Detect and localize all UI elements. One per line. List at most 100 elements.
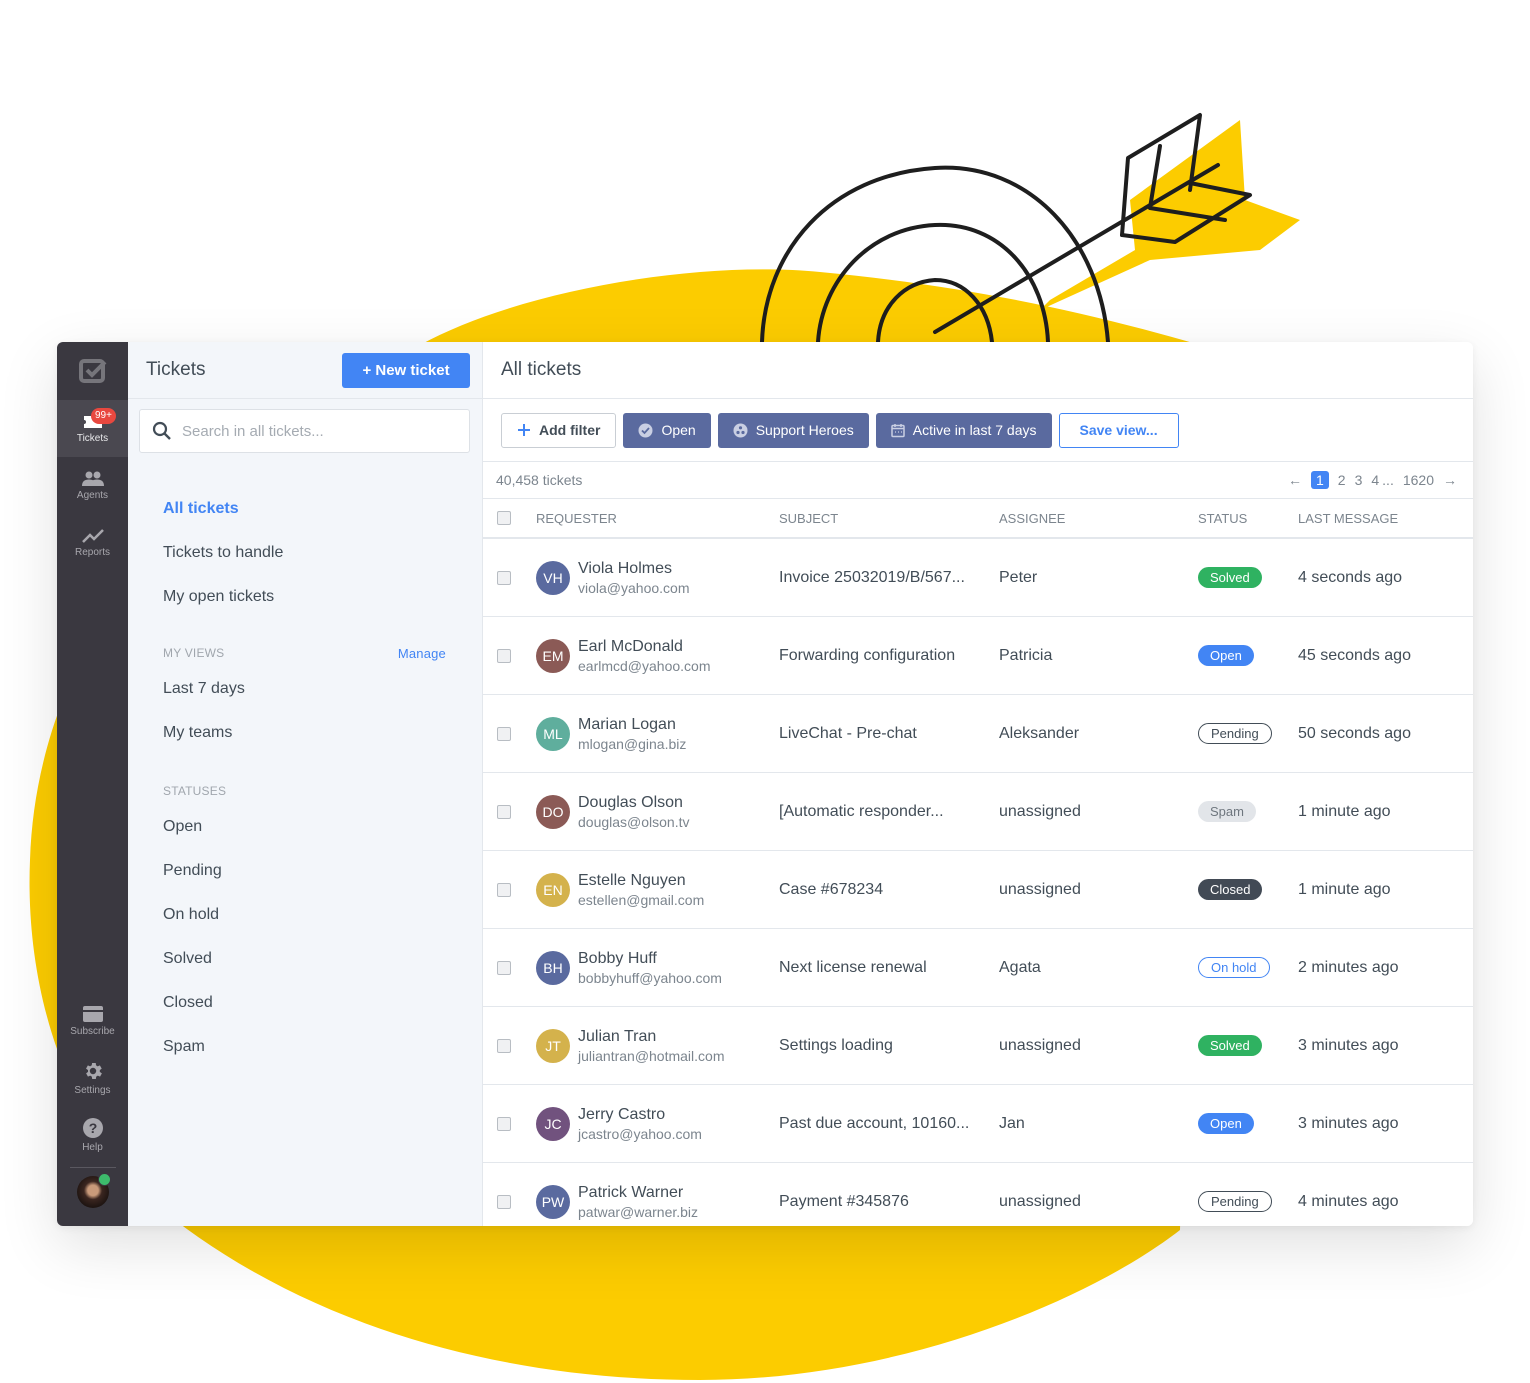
pagination: ← 1 2 3 4 ... 1620 →: [1288, 471, 1457, 489]
ticket-subject[interactable]: Forwarding configuration: [779, 647, 999, 665]
prev-page-arrow-icon[interactable]: ←: [1288, 472, 1302, 488]
last-message-time: 3 minutes ago: [1298, 1036, 1399, 1054]
table-row[interactable]: VH Viola Holmes viola@yahoo.com Invoice …: [483, 539, 1473, 617]
status-badge: Solved: [1198, 1035, 1262, 1056]
filter-open-label: Open: [661, 422, 696, 438]
ticket-subject[interactable]: Invoice 25032019/B/567...: [779, 569, 999, 587]
page-2[interactable]: 2: [1338, 472, 1346, 488]
rail-item-tickets[interactable]: 99+ Tickets: [57, 400, 128, 457]
row-checkbox[interactable]: [497, 960, 511, 975]
filter-status-open[interactable]: Open: [623, 412, 711, 448]
col-assignee[interactable]: ASSIGNEE: [999, 511, 1198, 526]
table-row[interactable]: BH Bobby Huff bobbyhuff@yahoo.com Next l…: [483, 929, 1473, 1007]
sidebar-item-status-pending[interactable]: Pending: [163, 849, 482, 893]
sidebar-item-status-closed[interactable]: Closed: [163, 981, 482, 1025]
sidebar-item-status-solved[interactable]: Solved: [163, 937, 482, 981]
ticket-subject[interactable]: Case #678234: [779, 881, 999, 899]
app-logo[interactable]: [57, 342, 128, 400]
next-page-arrow-icon[interactable]: →: [1443, 472, 1457, 488]
page-1[interactable]: 1: [1310, 471, 1329, 489]
new-ticket-button[interactable]: + New ticket: [342, 352, 470, 388]
ticket-subject[interactable]: Next license renewal: [779, 959, 999, 977]
col-last-message[interactable]: LAST MESSAGE: [1298, 511, 1473, 526]
sidebar-item-my-open-tickets[interactable]: My open tickets: [163, 575, 482, 619]
statuses-heading: STATUSES: [163, 784, 227, 798]
table-row[interactable]: EN Estelle Nguyen estellen@gmail.com Cas…: [483, 851, 1473, 929]
requester-email: mlogan@gina.biz: [578, 735, 687, 752]
plus-icon: [518, 424, 530, 436]
sidebar-item-tickets-to-handle[interactable]: Tickets to handle: [163, 531, 482, 575]
rail-label: Tickets: [76, 432, 109, 444]
table-row[interactable]: JC Jerry Castro jcastro@yahoo.com Past d…: [483, 1085, 1473, 1163]
sidebar-item-status-open[interactable]: Open: [163, 805, 482, 849]
row-checkbox[interactable]: [497, 726, 511, 741]
row-checkbox[interactable]: [497, 648, 511, 663]
col-requester[interactable]: REQUESTER: [511, 511, 779, 526]
sidebar-item-status-spam[interactable]: Spam: [163, 1025, 482, 1069]
ticket-subject[interactable]: Settings loading: [779, 1037, 999, 1055]
last-message-time: 3 minutes ago: [1298, 1114, 1399, 1132]
search-input[interactable]: Search in all tickets...: [139, 409, 470, 453]
row-checkbox[interactable]: [497, 1194, 511, 1209]
tickets-badge: 99+: [91, 408, 116, 424]
sidebar-item-status-on-hold[interactable]: On hold: [163, 893, 482, 937]
status-badge: Spam: [1198, 801, 1256, 822]
requester-avatar: EN: [536, 872, 570, 907]
table-row[interactable]: EM Earl McDonald earlmcd@yahoo.com Forwa…: [483, 617, 1473, 695]
agents-icon: [81, 471, 104, 486]
rail-item-settings[interactable]: Settings: [57, 1049, 128, 1106]
user-avatar[interactable]: [76, 1173, 111, 1208]
ticket-subject[interactable]: LiveChat - Pre-chat: [779, 725, 999, 743]
table-row[interactable]: JT Julian Tran juliantran@hotmail.com Se…: [483, 1007, 1473, 1085]
row-checkbox[interactable]: [497, 1038, 511, 1053]
rail-item-subscribe[interactable]: Subscribe: [57, 992, 128, 1049]
last-message-time: 1 minute ago: [1298, 880, 1391, 898]
reports-icon: [81, 528, 104, 543]
sidebar-item-all-tickets[interactable]: All tickets: [163, 487, 482, 531]
table-row[interactable]: PW Patrick Warner patwar@warner.biz Paym…: [483, 1163, 1473, 1226]
row-checkbox[interactable]: [497, 1116, 511, 1131]
page-last[interactable]: 1620: [1403, 472, 1434, 488]
requester-email: douglas@olson.tv: [578, 813, 690, 830]
manage-views-link[interactable]: Manage: [398, 646, 446, 661]
status-badge: Open: [1198, 1113, 1254, 1134]
ticket-subject[interactable]: Past due account, 10160...: [779, 1115, 999, 1133]
status-badge: Pending: [1198, 723, 1272, 744]
filter-team[interactable]: Support Heroes: [717, 412, 869, 448]
rail-item-help[interactable]: ? Help: [57, 1106, 128, 1163]
status-badge: Closed: [1198, 879, 1263, 900]
page-4[interactable]: 4: [1371, 472, 1379, 488]
table-row[interactable]: DO Douglas Olson douglas@olson.tv [Autom…: [483, 773, 1473, 851]
status-badge: Solved: [1198, 567, 1262, 588]
select-all-checkbox[interactable]: [497, 511, 511, 525]
ticket-assignee: unassigned: [999, 880, 1081, 898]
sidebar-item-my-teams[interactable]: My teams: [163, 711, 482, 755]
add-filter-button[interactable]: Add filter: [501, 412, 617, 448]
last-message-time: 4 minutes ago: [1298, 1192, 1399, 1210]
requester-avatar: PW: [536, 1184, 570, 1219]
row-checkbox[interactable]: [497, 570, 511, 585]
ticket-assignee: unassigned: [999, 802, 1081, 820]
requester-email: jcastro@yahoo.com: [578, 1125, 702, 1142]
page-3[interactable]: 3: [1355, 472, 1363, 488]
col-subject[interactable]: SUBJECT: [779, 511, 999, 526]
requester-email: earlmcd@yahoo.com: [578, 657, 711, 674]
filter-period[interactable]: Active in last 7 days: [875, 412, 1052, 448]
ticket-subject[interactable]: [Automatic responder...: [779, 803, 999, 821]
rail-item-reports[interactable]: Reports: [57, 514, 128, 571]
add-filter-label: Add filter: [539, 422, 601, 438]
row-checkbox[interactable]: [497, 882, 511, 897]
sidebar-item-last-7-days[interactable]: Last 7 days: [163, 667, 482, 711]
col-status[interactable]: STATUS: [1198, 511, 1298, 526]
save-view-button[interactable]: Save view...: [1058, 412, 1179, 448]
ticket-assignee: Agata: [999, 958, 1041, 976]
requester-avatar: DO: [536, 794, 570, 829]
page-ellipsis: ...: [1382, 472, 1394, 488]
status-badge: Pending: [1198, 1191, 1272, 1212]
row-checkbox[interactable]: [497, 804, 511, 819]
requester-email: juliantran@hotmail.com: [578, 1047, 725, 1064]
ticket-subject[interactable]: Payment #345876: [779, 1193, 999, 1211]
rail-item-agents[interactable]: Agents: [57, 457, 128, 514]
filter-bar: Add filter Open Support Heroes Active in…: [483, 399, 1473, 462]
table-row[interactable]: ML Marian Logan mlogan@gina.biz LiveChat…: [483, 695, 1473, 773]
